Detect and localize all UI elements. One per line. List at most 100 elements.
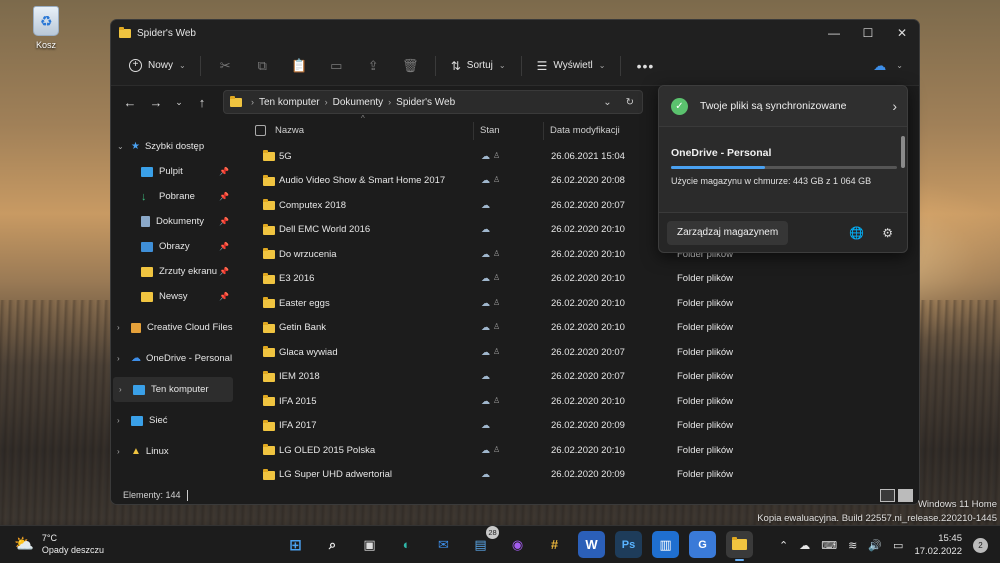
rename-icon[interactable]: ▭ [318, 52, 355, 80]
breadcrumb-spiders-web[interactable]: Spider's Web [396, 97, 455, 108]
cut-icon[interactable]: ✂ [207, 52, 244, 80]
sidebar-item-linux[interactable]: › ▲ Linux [111, 439, 235, 464]
column-header-status[interactable]: Stan [480, 125, 500, 136]
notification-badge[interactable]: 2 [973, 537, 988, 553]
column-divider[interactable] [473, 122, 474, 140]
maximize-button[interactable]: ☐ [851, 20, 885, 46]
file-type: Folder plików [677, 371, 733, 383]
word-icon[interactable]: W [578, 531, 605, 558]
recent-locations-button[interactable]: ⌄ [169, 89, 189, 115]
recycle-bin-icon [33, 6, 59, 36]
weather-widget[interactable]: ⛅ 7°C Opady deszczu [14, 532, 104, 556]
sort-button[interactable]: ⇅ Sortuj ⌄ [442, 52, 515, 80]
manage-storage-button[interactable]: Zarządzaj magazynem [667, 220, 789, 245]
select-all-checkbox[interactable] [255, 124, 266, 136]
table-row[interactable]: IEM 2018 ☁ 26.02.2020 20:07 Folder plików [235, 365, 919, 390]
more-options-button[interactable]: ••• [627, 52, 663, 80]
table-row[interactable]: IFA 2015 ☁ ♙ 26.02.2020 20:10 Folder plików [235, 389, 919, 414]
chevron-right-icon[interactable]: › [892, 98, 897, 114]
refresh-icon[interactable]: ↻ [626, 97, 634, 108]
breadcrumb-this-pc[interactable]: Ten komputer [259, 97, 320, 108]
translate-icon[interactable]: G [689, 531, 716, 558]
file-name: Dell EMC World 2016 [279, 224, 371, 236]
cloud-icon: ☁ [481, 175, 490, 186]
cloud-icon: ☁ [481, 322, 490, 333]
desktop-recycle-bin[interactable]: Kosz [28, 6, 64, 50]
address-bar[interactable]: › Ten komputer › Dokumenty › Spider's We… [223, 90, 643, 114]
close-button[interactable]: ✕ [885, 20, 919, 46]
sidebar-item-downloads[interactable]: ↓ Pobrane 📌 [111, 184, 235, 209]
task-view-icon[interactable]: ▣ [356, 531, 383, 558]
up-button[interactable]: ↑ [189, 89, 215, 115]
mail-icon[interactable]: ✉ [430, 531, 457, 558]
address-history-chevron-icon[interactable]: ⌄ [603, 97, 611, 108]
sidebar-item-quick-access[interactable]: ⌄ ★ Szybki dostęp [111, 134, 235, 159]
chevron-right-icon[interactable]: › [117, 416, 131, 425]
breadcrumb-documents[interactable]: Dokumenty [333, 97, 384, 108]
chevron-right-icon[interactable]: › [117, 447, 131, 456]
trello-icon[interactable]: ▥ [652, 531, 679, 558]
table-row[interactable]: IFA 2017 ☁ 26.02.2020 20:09 Folder plików [235, 414, 919, 439]
file-name: Computex 2018 [279, 199, 347, 211]
slack-icon[interactable]: # [541, 531, 568, 558]
pictures-icon [141, 241, 153, 252]
column-header-name[interactable]: Nazwa [275, 125, 304, 136]
folder-icon [263, 199, 275, 210]
chevron-right-icon[interactable]: › [119, 385, 133, 394]
file-explorer-taskbar-icon[interactable] [726, 531, 753, 561]
onedrive-button[interactable]: ☁ ⌄ [873, 58, 903, 74]
globe-icon[interactable]: 🌐 [849, 226, 864, 240]
volume-icon[interactable]: 🔊 [868, 539, 882, 552]
desktop-icon [141, 166, 153, 177]
start-button[interactable]: ⊞ [282, 531, 309, 558]
gear-icon[interactable]: ⚙ [882, 226, 893, 240]
column-divider[interactable] [543, 122, 544, 140]
sync-status-row[interactable]: ✓ Twoje pliki są synchronizowane › [659, 86, 907, 127]
back-button[interactable]: ← [117, 89, 143, 115]
paste-icon[interactable]: 📋 [281, 52, 318, 80]
battery-icon[interactable]: ▭ [893, 539, 903, 552]
chevron-right-icon[interactable]: › [117, 323, 131, 332]
sidebar-item-desktop[interactable]: Pulpit 📌 [111, 159, 235, 184]
view-button[interactable]: ☰ Wyświetl ⌄ [528, 52, 615, 80]
clock[interactable]: 15:45 17.02.2022 [914, 532, 962, 558]
table-row[interactable]: E3 2016 ☁ ♙ 26.02.2020 20:10 Folder plików [235, 267, 919, 292]
file-name: LG OLED 2015 Polska [279, 444, 376, 456]
teams-icon[interactable]: ▤ 28 [467, 526, 499, 558]
table-row[interactable]: Easter eggs ☁ ♙ 26.02.2020 20:10 Folder plik… [235, 291, 919, 316]
sidebar-item-network[interactable]: › Sieć [111, 408, 235, 433]
cloud-icon[interactable]: ☁ [799, 539, 810, 552]
chevron-right-icon[interactable]: › [117, 354, 131, 363]
sidebar-item-creative-cloud[interactable]: › Creative Cloud Files [111, 315, 235, 340]
sidebar-item-screenshots[interactable]: Zrzuty ekranu 📌 [111, 259, 235, 284]
messenger-icon[interactable]: ◉ [504, 531, 531, 558]
new-button[interactable]: + Nowy ⌄ [121, 52, 194, 80]
table-row[interactable]: Glaca wywiad ☁ ♙ 26.02.2020 20:07 Folder pli… [235, 340, 919, 365]
wifi-icon[interactable]: ≋ [848, 539, 857, 552]
table-row[interactable]: Getin Bank ☁ ♙ 26.02.2020 20:10 Folder plikó… [235, 316, 919, 341]
title-bar[interactable]: Spider's Web — ☐ ✕ [111, 20, 919, 46]
sidebar-item-news[interactable]: Newsy 📌 [111, 284, 235, 309]
copy-icon[interactable]: ⧉ [244, 52, 281, 80]
minimize-button[interactable]: — [817, 20, 851, 46]
edge-icon[interactable]: ◐ [393, 531, 420, 558]
sidebar-item-onedrive[interactable]: › ☁ OneDrive - Personal [111, 346, 235, 371]
sidebar-item-pictures[interactable]: Obrazy 📌 [111, 234, 235, 259]
photoshop-icon[interactable]: Ps [615, 531, 642, 558]
sidebar-item-documents[interactable]: Dokumenty 📌 [111, 209, 235, 234]
chevron-down-icon[interactable]: ⌄ [117, 142, 131, 151]
keyboard-icon[interactable]: ⌨ [821, 539, 837, 552]
folder-icon [263, 444, 275, 455]
delete-icon[interactable]: 🗑 [392, 52, 429, 80]
chevron-down-icon: ⌄ [896, 61, 903, 70]
sidebar-item-this-pc[interactable]: › Ten komputer [113, 377, 233, 402]
column-header-date[interactable]: Data modyfikacji [550, 125, 620, 136]
scrollbar[interactable] [901, 136, 905, 168]
table-row[interactable]: LG Super UHD adwertorial ☁ 26.02.2020 20:0… [235, 463, 919, 488]
folder-icon [141, 266, 153, 277]
share-icon[interactable]: ⇪ [355, 52, 392, 80]
forward-button[interactable]: → [143, 89, 169, 115]
chevron-up-icon[interactable]: ⌃ [779, 539, 788, 552]
table-row[interactable]: LG OLED 2015 Polska ☁ ♙ 26.02.2020 20:10 Fol… [235, 438, 919, 463]
search-icon[interactable]: ⌕ [319, 531, 346, 558]
